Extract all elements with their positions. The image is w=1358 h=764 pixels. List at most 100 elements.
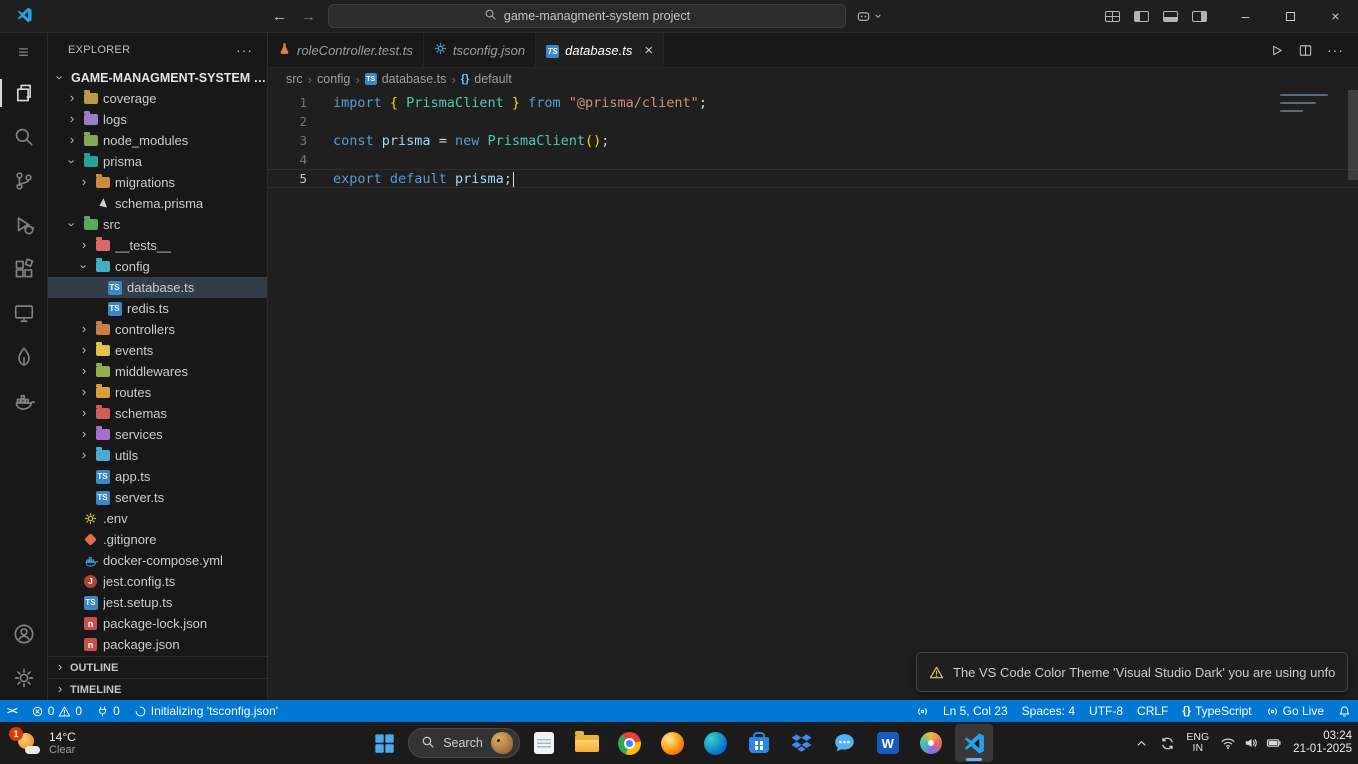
manage-icon[interactable] [0, 656, 47, 700]
close-tab-button[interactable]: × [644, 42, 653, 59]
weather-widget[interactable]: 1 14°C Clear [6, 722, 84, 764]
layout-sidebar-right-icon[interactable] [1192, 10, 1207, 22]
tree-item-middlewares[interactable]: › middlewares [48, 361, 267, 382]
history-back-button[interactable]: ← [270, 8, 289, 25]
taskbar-app-edge[interactable] [697, 724, 735, 762]
run-file-button[interactable] [1269, 43, 1284, 58]
tree-item-node-modules[interactable]: › node_modules [48, 130, 267, 151]
code-line[interactable]: 1 import { PrismaClient } from "@prisma/c… [268, 93, 1358, 112]
code-editor[interactable]: 1 import { PrismaClient } from "@prisma/c… [268, 90, 1358, 700]
wifi-icon[interactable] [1220, 735, 1236, 751]
status-cursor-position[interactable]: Ln 5, Col 23 [936, 700, 1015, 722]
tree-item-logs[interactable]: › logs [48, 109, 267, 130]
tree-item-.gitignore[interactable]: ›.gitignore [48, 529, 267, 550]
tree-item-services[interactable]: › services [48, 424, 267, 445]
status-notifications[interactable] [1331, 700, 1358, 722]
tree-item-schemas[interactable]: › schemas [48, 403, 267, 424]
tree-item-controllers[interactable]: › controllers [48, 319, 267, 340]
battery-icon[interactable] [1266, 735, 1282, 751]
section-timeline[interactable]: › TIMELINE [48, 678, 267, 700]
tree-item-database.ts[interactable]: ›TSdatabase.ts [48, 277, 267, 298]
status-ports[interactable]: 0 [89, 700, 127, 722]
status-remote-indicator[interactable]: >< [0, 700, 24, 722]
tree-item-server.ts[interactable]: ›TSserver.ts [48, 487, 267, 508]
minimap[interactable] [1280, 94, 1342, 114]
tray-sync-icon[interactable] [1160, 736, 1175, 751]
tree-item-docker-compose.yml[interactable]: ›docker-compose.yml [48, 550, 267, 571]
tree-item-routes[interactable]: › routes [48, 382, 267, 403]
minimize-button[interactable]: – [1223, 0, 1268, 33]
remote-explorer-icon[interactable] [0, 291, 47, 335]
taskbar-app-chrome[interactable] [611, 724, 649, 762]
copilot-menu-button[interactable] [856, 9, 883, 24]
history-forward-button[interactable]: → [299, 8, 318, 25]
tab-database.ts[interactable]: TS database.ts × [536, 33, 665, 67]
taskbar-app-dropbox[interactable] [783, 724, 821, 762]
tree-item-config[interactable]: › config [48, 256, 267, 277]
status-encoding[interactable]: UTF-8 [1082, 700, 1130, 722]
project-root[interactable]: ›GAME-MANAGMENT-SYSTEM PROJECT [48, 67, 268, 88]
status-problems[interactable]: 00 [24, 700, 89, 722]
command-center-search[interactable]: game-managment-system project [328, 4, 846, 28]
run-and-debug-icon[interactable] [0, 203, 47, 247]
taskbar-app-notepad[interactable] [525, 724, 563, 762]
editor-scrollbar[interactable] [1348, 90, 1358, 180]
layout-panel-icon[interactable] [1163, 10, 1178, 22]
code-line[interactable]: 4 [268, 150, 1358, 169]
code-line[interactable]: 5 export default prisma; [268, 169, 1358, 188]
maximize-button[interactable] [1268, 0, 1313, 33]
quick-settings[interactable] [1220, 735, 1282, 751]
status-go-live[interactable]: Go Live [1259, 700, 1331, 722]
tree-item-schema.prisma[interactable]: ›schema.prisma [48, 193, 267, 214]
taskbar-search[interactable]: Search [408, 728, 520, 758]
tree-item-coverage[interactable]: › coverage [48, 88, 267, 109]
explorer-actions-button[interactable]: ··· [236, 42, 253, 58]
tree-item-.env[interactable]: ›.env [48, 508, 267, 529]
status-sync-status[interactable]: Initializing 'tsconfig.json' [127, 700, 285, 722]
tree-item-package-lock.json[interactable]: ›npackage-lock.json [48, 613, 267, 634]
layout-customize-icon[interactable] [1105, 10, 1120, 22]
taskbar-clock[interactable]: 03:24 21-01-2025 [1293, 730, 1352, 756]
breadcrumb-item-src[interactable]: src [286, 72, 303, 86]
tab-rolecontroller.test.ts[interactable]: roleController.test.ts [268, 33, 424, 67]
split-editor-button[interactable] [1298, 43, 1313, 58]
status-tunnel[interactable] [909, 700, 936, 722]
docker-icon[interactable] [0, 379, 47, 423]
tree-item-app.ts[interactable]: ›TSapp.ts [48, 466, 267, 487]
status-language-mode[interactable]: {} TypeScript [1175, 700, 1258, 722]
code-line[interactable]: 2 [268, 112, 1358, 131]
tree-item-jest.setup.ts[interactable]: ›TSjest.setup.ts [48, 592, 267, 613]
accounts-icon[interactable] [0, 612, 47, 656]
extensions-icon[interactable] [0, 247, 47, 291]
menu-icon[interactable]: ≡ [0, 33, 47, 71]
section-outline[interactable]: › OUTLINE [48, 656, 267, 678]
tree-item-events[interactable]: › events [48, 340, 267, 361]
taskbar-app-vscode[interactable] [954, 724, 993, 762]
taskbar-app-word[interactable]: W [869, 724, 907, 762]
hidden-icons-button[interactable] [1134, 736, 1149, 751]
taskbar-app-firefox[interactable] [654, 724, 692, 762]
explorer-icon[interactable] [0, 71, 47, 115]
language-indicator[interactable]: ENG IN [1186, 732, 1209, 754]
code-line[interactable]: 3 const prisma = new PrismaClient(); [268, 131, 1358, 150]
search-icon[interactable] [0, 115, 47, 159]
taskbar-app-file-explorer[interactable] [568, 724, 606, 762]
taskbar-app-store[interactable] [740, 724, 778, 762]
start-button[interactable] [365, 724, 403, 762]
breadcrumb-item-database.ts[interactable]: TS database.ts [364, 72, 446, 86]
tree-item-src[interactable]: › src [48, 214, 267, 235]
tree-item-package.json[interactable]: ›npackage.json [48, 634, 267, 655]
tree-item-utils[interactable]: › utils [48, 445, 267, 466]
source-control-icon[interactable] [0, 159, 47, 203]
mongodb-icon[interactable] [0, 335, 47, 379]
status-indentation[interactable]: Spaces: 4 [1015, 700, 1082, 722]
taskbar-app-chat[interactable] [826, 724, 864, 762]
taskbar-app-photos[interactable] [912, 724, 950, 762]
notification-toast[interactable]: The VS Code Color Theme 'Visual Studio D… [916, 652, 1348, 692]
tree-item-prisma[interactable]: › prisma [48, 151, 267, 172]
tree-item-redis.ts[interactable]: ›TSredis.ts [48, 298, 267, 319]
status-eol[interactable]: CRLF [1130, 700, 1175, 722]
more-actions-button[interactable]: ··· [1327, 42, 1344, 58]
tree-item-jest.config.ts[interactable]: ›Jjest.config.ts [48, 571, 267, 592]
tree-item-migrations[interactable]: › migrations [48, 172, 267, 193]
